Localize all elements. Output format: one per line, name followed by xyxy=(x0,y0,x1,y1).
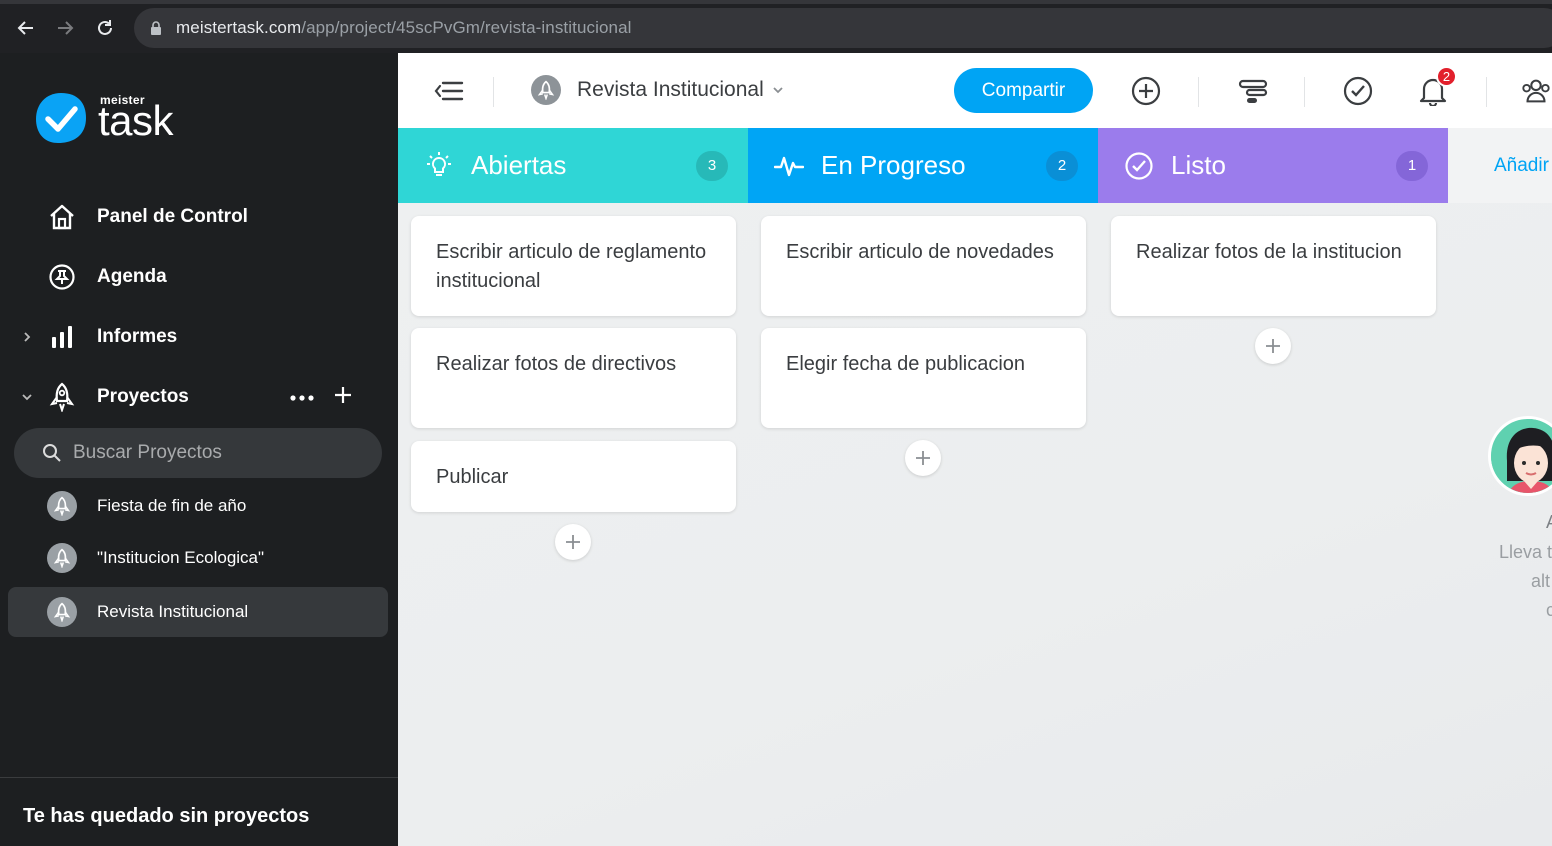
add-project-icon[interactable] xyxy=(334,386,352,409)
task-card[interactable]: Publicar xyxy=(411,441,736,512)
task-card[interactable]: Realizar fotos de directivos xyxy=(411,328,736,428)
project-switcher[interactable]: Revista Institucional xyxy=(531,75,784,105)
browser-chrome: meistertask.com/app/project/45scPvGm/rev… xyxy=(0,0,1552,53)
section-title: En Progreso xyxy=(821,150,966,180)
section-header[interactable]: Listo 1 xyxy=(1098,128,1448,203)
sidebar-item-label: Panel de Control xyxy=(97,206,248,227)
url-text: meistertask.com/app/project/45scPvGm/rev… xyxy=(176,18,632,37)
pin-icon xyxy=(47,262,77,292)
notification-badge: 2 xyxy=(1436,66,1457,87)
section-title: Listo xyxy=(1171,150,1226,180)
check-circle-icon[interactable] xyxy=(1342,75,1374,107)
project-label: Revista Institucional xyxy=(97,602,249,621)
rocket-icon xyxy=(47,543,77,573)
project-label: Fiesta de fin de año xyxy=(97,496,247,515)
address-bar[interactable]: meistertask.com/app/project/45scPvGm/rev… xyxy=(134,8,1552,48)
section-en-progreso: En Progreso 2 Escribir articulo de noved… xyxy=(748,128,1098,846)
section-abiertas: Abiertas 3 Escribir articulo de reglamen… xyxy=(398,128,748,846)
empty-state-title: A xyxy=(1546,512,1552,533)
logo-wordmark: task xyxy=(98,97,174,144)
task-count-badge: 3 xyxy=(696,150,728,181)
project-search[interactable] xyxy=(14,428,382,478)
home-icon xyxy=(47,202,77,232)
task-card[interactable]: Realizar fotos de la institucion xyxy=(1111,216,1436,316)
chevron-right-icon[interactable] xyxy=(20,330,34,344)
team-icon[interactable] xyxy=(1520,75,1552,107)
collapse-sidebar-icon[interactable] xyxy=(434,77,464,105)
more-options-icon[interactable] xyxy=(290,388,314,406)
header-divider xyxy=(1198,77,1199,107)
section-listo: Listo 1 Realizar fotos de la institucion xyxy=(1098,128,1448,846)
avatar-illustration xyxy=(1488,416,1552,496)
forward-arrow-icon[interactable] xyxy=(49,12,81,44)
empty-state-text: Lleva t xyxy=(1499,542,1552,562)
task-count-badge: 1 xyxy=(1396,150,1428,181)
chevron-down-icon xyxy=(773,87,783,94)
sidebar-item-panel-de-control[interactable]: Panel de Control xyxy=(0,193,398,241)
share-button[interactable]: Compartir xyxy=(954,68,1093,113)
reload-icon[interactable] xyxy=(89,12,121,44)
back-arrow-icon[interactable] xyxy=(10,12,42,44)
rocket-icon xyxy=(531,75,561,105)
search-icon xyxy=(43,444,61,462)
add-circle-icon[interactable] xyxy=(1130,75,1162,107)
project-label: "Institucion Ecologica" xyxy=(97,548,265,567)
sidebar-item-label: Proyectos xyxy=(97,386,189,407)
sidebar-divider xyxy=(0,777,398,778)
chevron-down-icon[interactable] xyxy=(20,390,34,404)
add-section-button[interactable]: Añadir sección xyxy=(1448,128,1552,203)
empty-state-text: alt xyxy=(1531,571,1551,591)
rocket-icon xyxy=(47,382,77,412)
sidebar: meister task Panel de Control Agenda Inf… xyxy=(0,53,398,846)
sidebar-item-proyectos[interactable]: Proyectos xyxy=(0,373,398,421)
task-board: Abiertas 3 Escribir articulo de reglamen… xyxy=(398,128,1552,846)
add-task-button[interactable] xyxy=(555,524,591,560)
sidebar-item-label: Agenda xyxy=(97,266,167,287)
lightbulb-icon xyxy=(424,151,454,181)
bar-chart-icon xyxy=(47,322,77,352)
header-divider xyxy=(1486,77,1487,107)
add-task-button[interactable] xyxy=(905,440,941,476)
no-projects-notice: Te has quedado sin proyectos xyxy=(23,805,310,827)
task-card[interactable]: Elegir fecha de publicacion xyxy=(761,328,1086,428)
project-item-revista-institucional[interactable]: Revista Institucional xyxy=(8,587,388,637)
search-input[interactable] xyxy=(73,442,353,464)
sidebar-item-agenda[interactable]: Agenda xyxy=(0,253,398,301)
project-item-institucion-ecologica[interactable]: "Institucion Ecologica" xyxy=(8,533,388,583)
rocket-icon xyxy=(47,491,77,521)
section-header[interactable]: Abiertas 3 xyxy=(398,128,748,203)
section-header[interactable]: En Progreso 2 xyxy=(748,128,1098,203)
add-section-label: Añadir sección xyxy=(1494,154,1552,176)
empty-state-text: c xyxy=(1546,600,1552,620)
header-divider xyxy=(1304,77,1305,107)
sidebar-item-label: Informes xyxy=(97,326,178,347)
task-count-badge: 2 xyxy=(1046,150,1078,181)
check-circle-icon xyxy=(1124,151,1154,181)
task-card[interactable]: Escribir articulo de novedades xyxy=(761,216,1086,316)
rocket-icon xyxy=(47,597,77,627)
section-title: Abiertas xyxy=(471,150,567,180)
project-title: Revista Institucional xyxy=(577,78,764,101)
project-item-fiesta[interactable]: Fiesta de fin de año xyxy=(8,481,388,531)
header-divider xyxy=(493,77,494,107)
sidebar-item-informes[interactable]: Informes xyxy=(0,313,398,361)
project-header: Revista Institucional Compartir 2 xyxy=(398,53,1552,128)
activity-icon xyxy=(774,151,804,181)
meistertask-logo[interactable]: meister task xyxy=(34,91,188,145)
logo-check-icon xyxy=(36,93,86,143)
add-task-button[interactable] xyxy=(1255,328,1291,364)
lock-icon xyxy=(150,20,164,36)
task-card[interactable]: Escribir articulo de reglamento instituc… xyxy=(411,216,736,316)
filter-icon[interactable] xyxy=(1237,75,1269,107)
